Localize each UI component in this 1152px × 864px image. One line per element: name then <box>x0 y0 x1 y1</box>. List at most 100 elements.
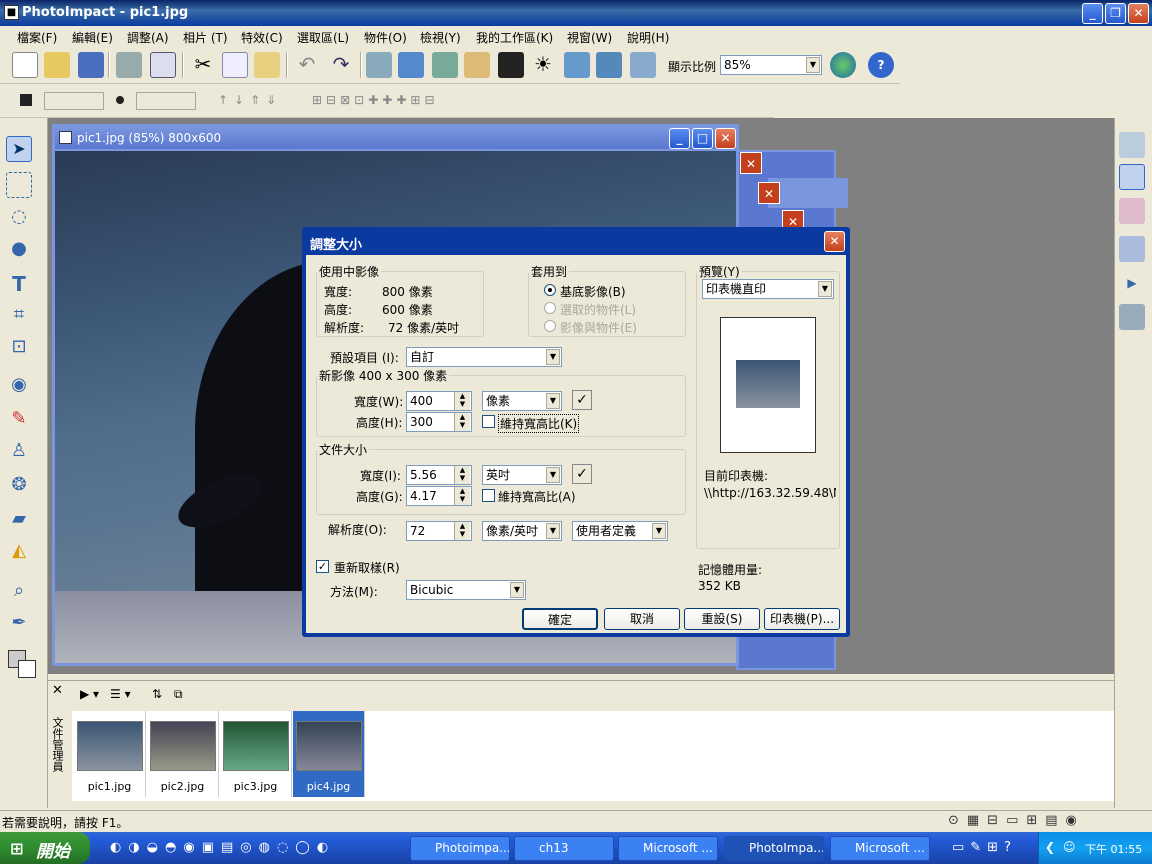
resample-checkbox[interactable]: ✓ <box>316 560 329 573</box>
menu-adjust[interactable]: 調整(A) <box>127 29 169 46</box>
web-icon[interactable] <box>630 52 656 78</box>
help-icon[interactable]: ? <box>868 52 894 78</box>
radio-base-image[interactable] <box>544 284 556 296</box>
printer-button[interactable]: 印表機(P)... <box>764 608 840 630</box>
taskbar-item-ch13[interactable]: ch13 <box>514 836 614 861</box>
pick-tool-icon[interactable]: ➤ <box>6 136 32 162</box>
chevron-down-icon[interactable]: ▼ <box>806 57 820 73</box>
user-icon[interactable]: ☺ <box>1063 840 1076 854</box>
radio-base-image-label[interactable]: 基底影像(B) <box>560 283 626 300</box>
doc-keep-ratio-checkbox[interactable] <box>482 489 495 502</box>
retouch-tool-icon[interactable]: ❂ <box>6 474 32 500</box>
chevron-down-icon[interactable]: ▼ <box>546 523 560 539</box>
doc-link-check-button[interactable]: ✓ <box>572 464 592 484</box>
menu-selection[interactable]: 選取區(L) <box>297 29 349 46</box>
quick-launch[interactable]: ◐◑◒◓◉▣▤◎◍◌◯◐ <box>110 840 335 855</box>
status-icons[interactable]: ⊙▦⊟▭⊞▤◉ <box>948 813 1085 828</box>
thumbnail[interactable]: pic2.jpg <box>147 711 219 797</box>
chevron-down-icon[interactable]: ▼ <box>652 523 666 539</box>
chevron-down-icon[interactable]: ▼ <box>510 582 524 598</box>
histogram-icon[interactable] <box>1119 304 1145 330</box>
cut-icon[interactable]: ✂ <box>190 52 216 78</box>
resolution-unit-select[interactable]: 像素/英吋 ▼ <box>482 521 562 541</box>
doc-width-input[interactable]: 5.56 ▲ ▼ <box>406 465 472 485</box>
doc-keep-ratio-label[interactable]: 維持寬高比(A) <box>498 488 576 505</box>
doc-maximize-button[interactable]: □ <box>692 128 713 149</box>
quick-command-icon[interactable] <box>1119 236 1145 262</box>
preview-mode-select[interactable]: 印表機直印 ▼ <box>702 279 834 299</box>
spin-icon[interactable]: ▲ ▼ <box>454 413 470 431</box>
stamp-tool-icon[interactable]: ♙ <box>6 440 32 466</box>
brightness-icon[interactable]: ☀ <box>530 52 556 78</box>
copy-icon[interactable] <box>222 52 248 78</box>
tray-icons-left[interactable]: ▭✎⊞? <box>952 840 1017 855</box>
zoom-tool-icon[interactable]: ⌕ <box>6 580 32 606</box>
lasso-tool-icon[interactable]: ◌ <box>6 206 32 232</box>
layer-manager-icon[interactable] <box>1119 164 1145 190</box>
print-icon[interactable] <box>116 52 142 78</box>
crop-tool-icon[interactable]: ⌗ <box>6 304 32 330</box>
stacked-doc-close[interactable]: ✕ <box>740 152 762 174</box>
background-swatch[interactable] <box>18 660 36 678</box>
docmgr-view-icon[interactable]: ☰ ▾ <box>110 687 131 701</box>
cancel-button[interactable]: 取消 <box>604 608 680 630</box>
acquire-icon[interactable] <box>398 52 424 78</box>
size-field[interactable] <box>44 92 104 110</box>
menu-effects[interactable]: 特效(C) <box>241 29 283 46</box>
tray-expand-icon[interactable]: ❮ <box>1045 840 1055 854</box>
spin-icon[interactable]: ▲ ▼ <box>454 466 470 484</box>
docmgr-sort-icon[interactable]: ⇅ <box>152 687 162 701</box>
menu-workspace[interactable]: 我的工作區(K) <box>476 29 553 46</box>
spin-icon[interactable]: ▲ ▼ <box>454 487 470 505</box>
doc-unit-select[interactable]: 英吋 ▼ <box>482 465 562 485</box>
new-width-input[interactable]: 400 ▲ ▼ <box>406 391 472 411</box>
doc-height-input[interactable]: 4.17 ▲ ▼ <box>406 486 472 506</box>
shape-icon[interactable] <box>20 94 32 106</box>
opacity-field[interactable] <box>136 92 196 110</box>
close-button[interactable]: ✕ <box>1128 3 1149 24</box>
align-icons[interactable]: ⊞⊟⊠⊡✚✚✚⊞⊟ <box>312 93 439 107</box>
stacked-doc-close[interactable]: ✕ <box>758 182 780 204</box>
fill-tool-icon[interactable]: ◭ <box>6 540 32 566</box>
document-title-bar[interactable]: pic1.jpg (85%) 800x600 _ □ ✕ <box>55 127 736 149</box>
ok-button[interactable]: 確定 <box>522 608 598 630</box>
taskbar-item-photoimpact-active[interactable]: PhotoImpa... <box>724 836 824 861</box>
reset-button[interactable]: 重設(S) <box>684 608 760 630</box>
play-icon[interactable]: ▶ <box>1119 270 1145 296</box>
doc-minimize-button[interactable]: _ <box>669 128 690 149</box>
dot-icon[interactable] <box>116 96 124 104</box>
docmgr-close-icon[interactable]: ✕ <box>52 683 63 698</box>
zoom-select[interactable]: 85% ▼ <box>720 55 822 75</box>
chevron-down-icon[interactable]: ▼ <box>546 393 560 409</box>
mail-icon[interactable] <box>150 52 176 78</box>
keep-ratio-label[interactable]: 維持寬高比(K) <box>498 414 580 433</box>
save-icon[interactable] <box>78 52 104 78</box>
image-icon[interactable] <box>564 52 590 78</box>
docmgr-play-icon[interactable]: ▶ ▾ <box>80 687 99 701</box>
export-icon[interactable] <box>596 52 622 78</box>
method-select[interactable]: Bicubic ▼ <box>406 580 526 600</box>
new-unit-select[interactable]: 像素 ▼ <box>482 391 562 411</box>
taskbar-item-microsoft[interactable]: Microsoft ... <box>618 836 718 861</box>
brush-tool-icon[interactable]: ✎ <box>6 408 32 434</box>
open-icon[interactable] <box>44 52 70 78</box>
new-icon[interactable] <box>12 52 38 78</box>
resolution-input[interactable]: 72 ▲ ▼ <box>406 521 472 541</box>
transform-tool-icon[interactable]: ⊡ <box>6 336 32 362</box>
spin-icon[interactable]: ▲ ▼ <box>454 522 470 540</box>
docmgr-refresh-icon[interactable]: ⧉ <box>174 687 183 702</box>
enhance-icon[interactable] <box>464 52 490 78</box>
menu-object[interactable]: 物件(O) <box>364 29 407 46</box>
easy-palette-icon[interactable] <box>1119 132 1145 158</box>
menu-window[interactable]: 視窗(W) <box>567 29 612 46</box>
eye-tool-icon[interactable]: ◉ <box>6 374 32 400</box>
spin-icon[interactable]: ▲ ▼ <box>454 392 470 410</box>
color-icon[interactable] <box>498 52 524 78</box>
undo-icon[interactable]: ↶ <box>294 52 320 78</box>
preset-select[interactable]: 自訂 ▼ <box>406 347 562 367</box>
text-tool-icon[interactable]: T <box>6 272 32 298</box>
redo-icon[interactable]: ↷ <box>328 52 354 78</box>
selection-tool-icon[interactable] <box>6 172 32 198</box>
chevron-down-icon[interactable]: ▼ <box>546 467 560 483</box>
minimize-button[interactable]: _ <box>1082 3 1103 24</box>
